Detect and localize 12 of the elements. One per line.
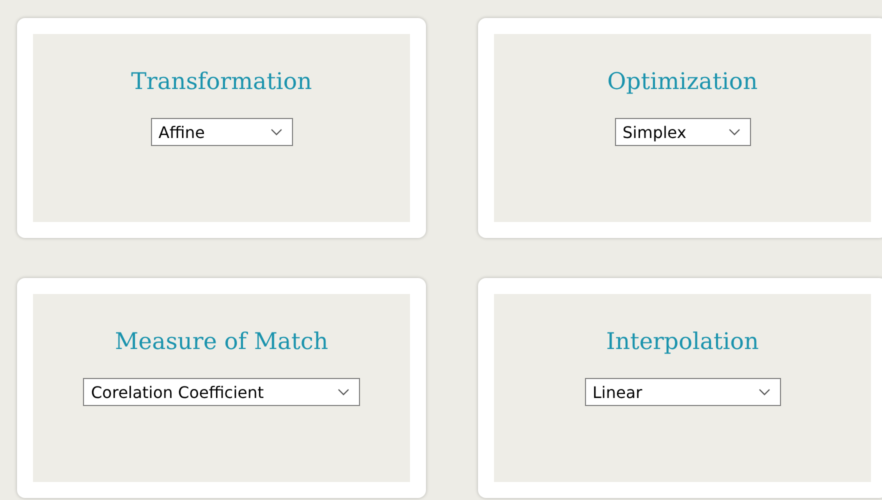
- dropdown[interactable]: Linear: [584, 378, 780, 406]
- card-title: Measure of Match: [114, 328, 328, 357]
- card-title: Interpolation: [606, 328, 759, 357]
- chevron-icon: [270, 128, 282, 136]
- dropdown[interactable]: Corelation Coefficient: [83, 378, 360, 406]
- card-title: Transformation: [131, 68, 312, 97]
- chevron-icon: [728, 128, 740, 136]
- dropdown[interactable]: Affine: [150, 118, 292, 146]
- card-title: Optimization: [607, 68, 758, 97]
- chevron-icon: [338, 388, 349, 396]
- dropdown[interactable]: Simplex: [614, 118, 750, 146]
- chevron-icon: [758, 388, 770, 396]
